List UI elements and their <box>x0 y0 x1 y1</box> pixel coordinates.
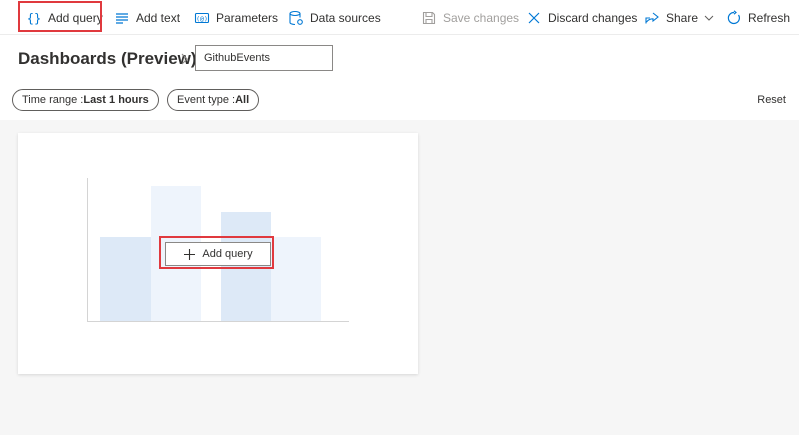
refresh-label: Refresh <box>748 10 791 25</box>
parameters-label: Parameters <box>216 10 279 25</box>
save-changes-label: Save changes <box>443 10 520 25</box>
event-type-filter[interactable]: Event type : All <box>167 89 260 111</box>
data-sources-label: Data sources <box>310 10 381 25</box>
close-icon <box>526 10 542 26</box>
time-range-filter[interactable]: Time range : Last 1 hours <box>12 89 159 111</box>
dashboard-name-input[interactable] <box>195 45 333 71</box>
parameters-icon: (@) <box>194 10 210 26</box>
share-button[interactable]: Share <box>644 0 714 35</box>
reset-button[interactable]: Reset <box>757 94 786 106</box>
share-icon <box>644 10 660 26</box>
chevron-right-icon <box>181 53 188 65</box>
parameters-button[interactable]: (@) Parameters <box>194 0 278 35</box>
add-text-label: Add text <box>136 10 181 25</box>
discard-changes-label: Discard changes <box>548 10 638 25</box>
event-type-filter-value: All <box>235 94 250 106</box>
data-sources-button[interactable]: Data sources <box>288 0 381 35</box>
refresh-icon <box>726 9 742 26</box>
command-bar: {} Add query Add text (@) Parameters Dat… <box>0 0 799 35</box>
text-lines-icon <box>114 10 130 26</box>
save-changes-button[interactable]: Save changes <box>421 0 519 35</box>
add-query-button-highlight <box>159 236 274 269</box>
time-range-filter-value: Last 1 hours <box>83 94 149 106</box>
chevron-down-icon <box>704 10 714 26</box>
save-icon <box>421 10 437 26</box>
page-title: Dashboards (Preview) <box>18 49 197 68</box>
add-query-toolbar-highlight <box>18 1 102 32</box>
empty-tile: Add query <box>18 133 418 374</box>
svg-text:(@): (@) <box>196 14 208 22</box>
database-icon <box>288 10 304 26</box>
add-text-button[interactable]: Add text <box>114 0 180 35</box>
event-type-filter-label: Event type : <box>177 94 236 106</box>
time-range-filter-label: Time range : <box>22 94 84 106</box>
discard-changes-button[interactable]: Discard changes <box>526 0 637 35</box>
share-label: Share <box>666 10 699 25</box>
refresh-button[interactable]: Refresh <box>726 0 790 35</box>
